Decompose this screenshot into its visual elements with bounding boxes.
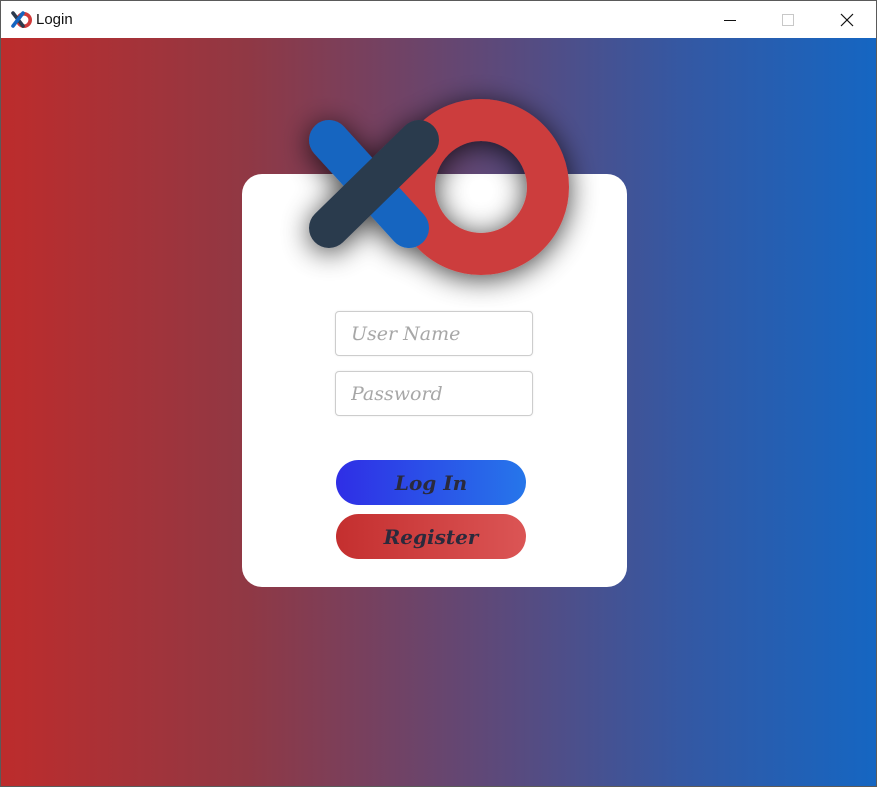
xo-logo: [309, 99, 569, 275]
register-button[interactable]: Register: [336, 514, 526, 559]
close-icon: [840, 13, 854, 26]
close-button[interactable]: [818, 1, 876, 38]
password-input[interactable]: [336, 372, 532, 415]
username-input[interactable]: [336, 312, 532, 355]
minimize-button[interactable]: [701, 1, 759, 38]
window-title: Login: [36, 11, 73, 28]
title-bar[interactable]: Login: [1, 1, 876, 38]
login-window: Login User Name Log In Register: [0, 0, 877, 787]
password-field[interactable]: [335, 371, 533, 416]
login-background: Log In Register: [1, 38, 876, 786]
maximize-icon: [782, 13, 794, 26]
minimize-icon: [724, 19, 736, 21]
login-button[interactable]: Log In: [336, 460, 526, 505]
maximize-button[interactable]: [759, 1, 817, 38]
username-field[interactable]: [335, 311, 533, 356]
xo-logo-icon: [11, 11, 32, 28]
